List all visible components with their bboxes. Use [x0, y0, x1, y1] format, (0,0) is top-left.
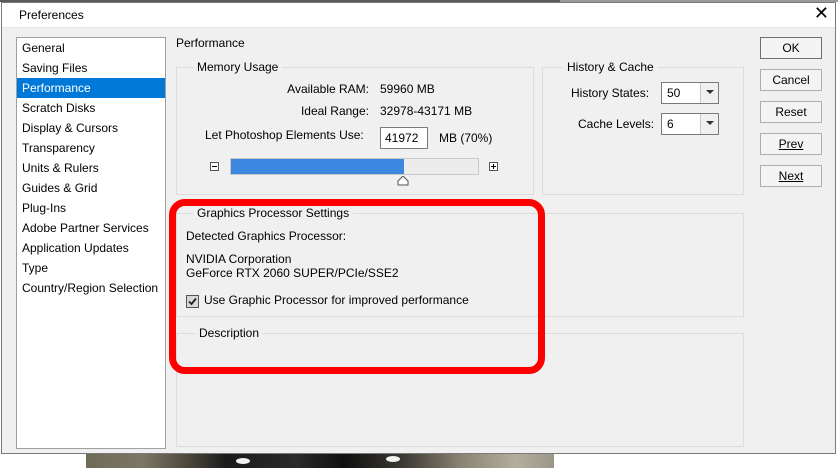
memory-use-unit: MB (70%) — [439, 131, 493, 145]
preferences-dialog: Preferences ✕ General Saving Files Perfo… — [1, 2, 836, 454]
chevron-down-icon[interactable] — [700, 83, 718, 103]
memory-slider-fill — [231, 159, 404, 174]
cancel-button[interactable]: Cancel — [760, 69, 822, 91]
cache-levels-label: Cache Levels: — [578, 117, 655, 131]
sidebar-item-display-cursors[interactable]: Display & Cursors — [17, 118, 165, 138]
history-states-select[interactable]: 50 — [661, 82, 719, 104]
history-states-value: 50 — [667, 86, 681, 100]
cache-levels-value: 6 — [667, 117, 674, 131]
panel-title: Performance — [176, 36, 245, 50]
next-button[interactable]: Next — [760, 165, 822, 187]
window-title: Preferences — [19, 8, 84, 22]
sidebar-item-plug-ins[interactable]: Plug-Ins — [17, 198, 165, 218]
sidebar-item-saving-files[interactable]: Saving Files — [17, 58, 165, 78]
ok-button[interactable]: OK — [760, 37, 822, 59]
sidebar-item-scratch-disks[interactable]: Scratch Disks — [17, 98, 165, 118]
memory-slider-track[interactable] — [230, 158, 479, 175]
ideal-range-value: 32978-43171 MB — [380, 104, 473, 118]
sidebar-item-transparency[interactable]: Transparency — [17, 138, 165, 158]
prev-button[interactable]: Prev — [760, 133, 822, 155]
history-states-label: History States: — [571, 86, 650, 100]
history-cache-label: History & Cache — [563, 60, 658, 74]
sidebar-item-application-updates[interactable]: Application Updates — [17, 238, 165, 258]
highlight-annotation — [169, 199, 545, 374]
title-bar: Preferences ✕ — [2, 3, 835, 28]
sidebar-item-country-region[interactable]: Country/Region Selection — [17, 278, 165, 298]
reset-button[interactable]: Reset — [760, 101, 822, 123]
slider-thumb-icon[interactable] — [397, 176, 409, 186]
sidebar-item-adobe-partner-services[interactable]: Adobe Partner Services — [17, 218, 165, 238]
available-ram-value: 59960 MB — [380, 82, 435, 96]
sidebar-item-performance[interactable]: Performance — [17, 78, 165, 98]
ideal-range-label: Ideal Range: — [300, 104, 369, 118]
cache-levels-select[interactable]: 6 — [661, 113, 719, 135]
memory-use-label: Let Photoshop Elements Use: — [205, 128, 364, 142]
memory-use-input[interactable]: 41972 — [380, 127, 428, 149]
plus-icon[interactable] — [489, 162, 498, 171]
chevron-down-icon[interactable] — [700, 114, 718, 134]
category-list[interactable]: General Saving Files Performance Scratch… — [16, 37, 166, 449]
sidebar-item-guides-grid[interactable]: Guides & Grid — [17, 178, 165, 198]
close-icon[interactable]: ✕ — [814, 4, 829, 24]
sidebar-item-general[interactable]: General — [17, 38, 165, 58]
sidebar-item-units-rulers[interactable]: Units & Rulers — [17, 158, 165, 178]
minus-icon[interactable] — [210, 162, 219, 171]
available-ram-label: Available RAM: — [287, 82, 369, 96]
memory-usage-label: Memory Usage — [193, 60, 283, 74]
sidebar-item-type[interactable]: Type — [17, 258, 165, 278]
